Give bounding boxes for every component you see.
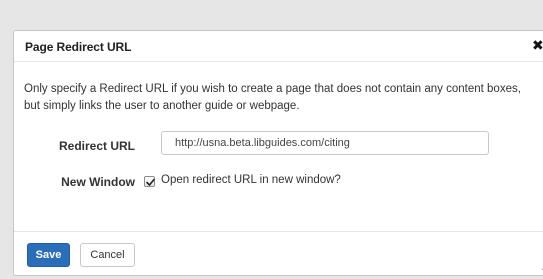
close-icon[interactable]: ✖ — [532, 38, 543, 52]
dialog-footer: Save Cancel — [14, 231, 543, 277]
dialog-description: Only specify a Redirect URL if you wish … — [24, 83, 521, 112]
new-window-label: New Window — [61, 175, 135, 189]
new-window-checkbox-label[interactable]: Open redirect URL in new window? — [161, 174, 341, 186]
dialog-title: Page Redirect URL — [25, 40, 132, 54]
dialog-header: Page Redirect URL ✖ — [14, 31, 543, 62]
redirect-url-input[interactable] — [161, 131, 489, 155]
checkmark-icon — [146, 178, 155, 186]
backdrop — [0, 0, 543, 30]
page-redirect-dialog: Page Redirect URL ✖ Only specify a Redir… — [13, 30, 543, 276]
resize-grip-icon[interactable] — [539, 259, 543, 271]
new-window-checkbox[interactable] — [144, 176, 155, 187]
save-button[interactable]: Save — [27, 243, 70, 267]
redirect-url-label: Redirect URL — [58, 139, 135, 153]
cancel-button[interactable]: Cancel — [80, 243, 135, 267]
